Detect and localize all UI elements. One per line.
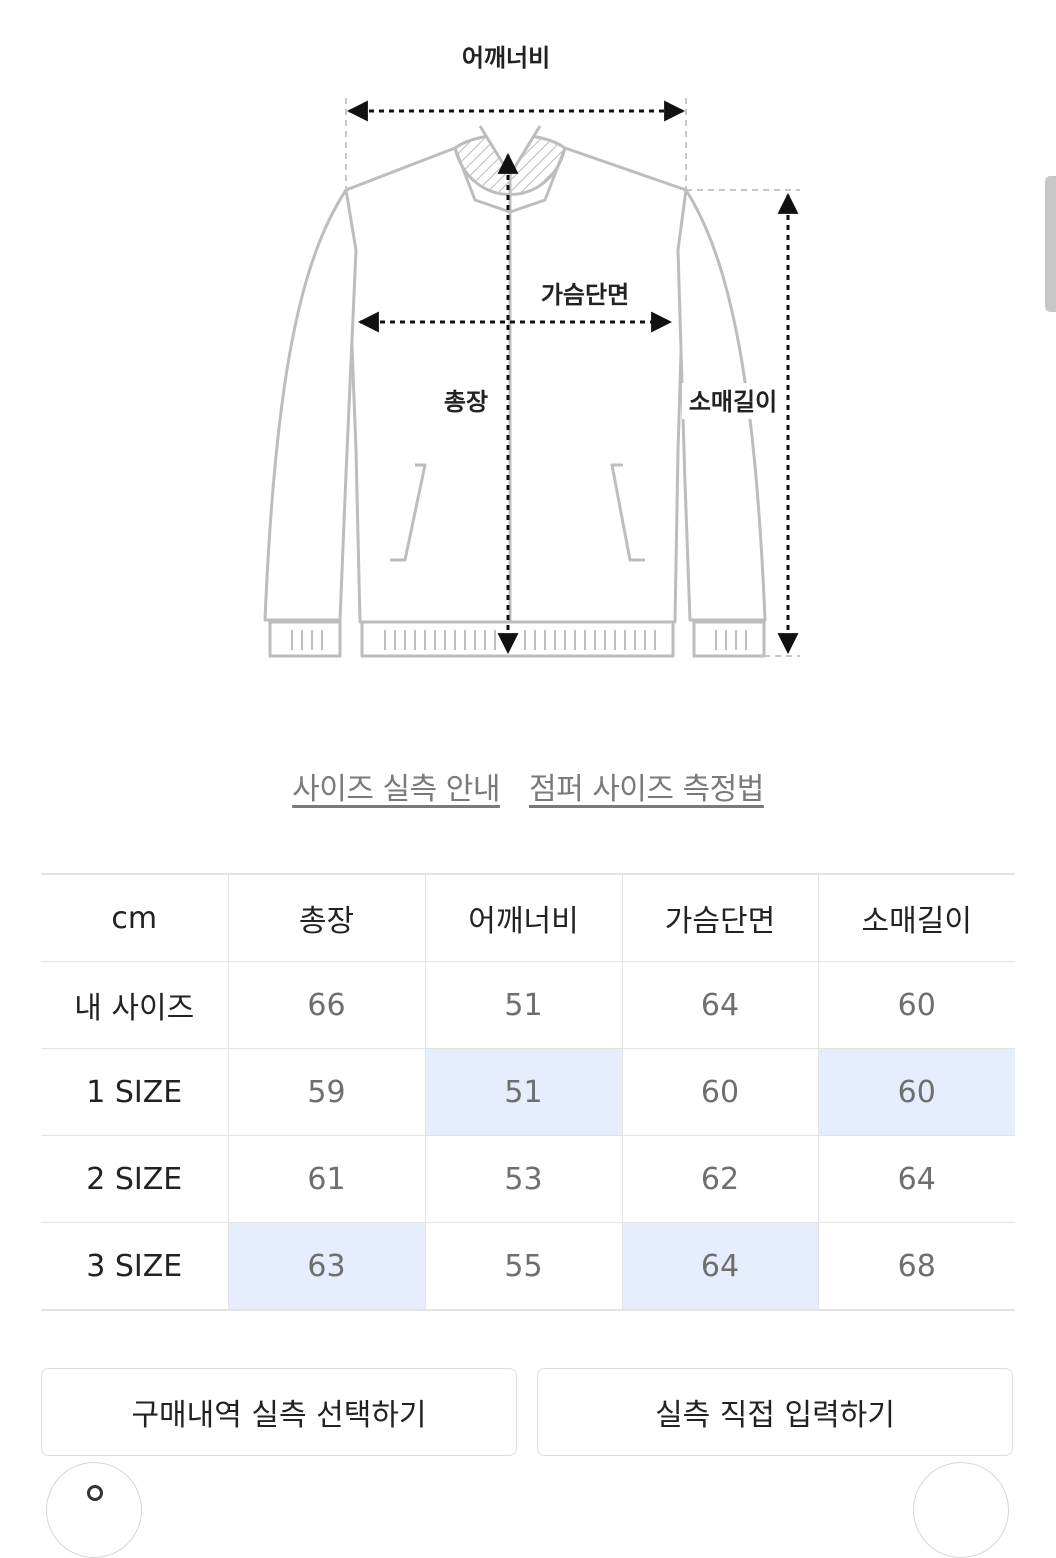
table-cell: 51 <box>424 961 622 1049</box>
table-header-row: cm 총장 어깨너비 가슴단면 소매길이 <box>41 873 1015 962</box>
unit-header: cm <box>41 873 228 962</box>
shoulder-label: 어깨너비 <box>462 44 550 72</box>
row-label: 내 사이즈 <box>41 961 228 1049</box>
guide-links: 사이즈 실측 안내 점퍼 사이즈 측정법 <box>0 764 1056 808</box>
person-icon <box>87 1485 103 1501</box>
table-cell: 64 <box>817 1135 1015 1223</box>
size-guide-link[interactable]: 사이즈 실측 안내 <box>292 772 500 807</box>
column-header: 어깨너비 <box>424 873 622 962</box>
column-header: 가슴단면 <box>621 873 818 962</box>
table-cell: 60 <box>621 1048 818 1136</box>
floating-right-button[interactable] <box>913 1462 1009 1558</box>
scrollbar-thumb[interactable] <box>1045 176 1056 312</box>
table-cell: 64 <box>621 1222 818 1311</box>
select-from-history-button[interactable]: 구매내역 실측 선택하기 <box>41 1368 517 1456</box>
table-cell: 60 <box>817 961 1015 1049</box>
table-row-my-size: 내 사이즈 66 51 64 60 <box>41 961 1015 1049</box>
floating-left-button[interactable] <box>46 1462 142 1558</box>
table-cell: 55 <box>424 1222 622 1311</box>
row-label: 2 SIZE <box>41 1135 228 1223</box>
row-label: 3 SIZE <box>41 1222 228 1311</box>
table-cell: 61 <box>227 1135 425 1223</box>
row-label: 1 SIZE <box>41 1048 228 1136</box>
length-label: 총장 <box>444 388 488 416</box>
table-row-size-2[interactable]: 2 SIZE 61 53 62 64 <box>41 1135 1015 1223</box>
measure-method-link[interactable]: 점퍼 사이즈 측정법 <box>529 772 764 807</box>
chest-label: 가슴단면 <box>541 281 629 309</box>
table-row-size-3[interactable]: 3 SIZE 63 55 64 68 <box>41 1222 1015 1311</box>
column-header: 총장 <box>227 873 425 962</box>
table-row-size-1[interactable]: 1 SIZE 59 51 60 60 <box>41 1048 1015 1136</box>
table-cell: 53 <box>424 1135 622 1223</box>
table-cell: 51 <box>424 1048 622 1136</box>
table-cell: 63 <box>227 1222 425 1311</box>
table-cell: 59 <box>227 1048 425 1136</box>
column-header: 소매길이 <box>817 873 1015 962</box>
table-cell: 68 <box>817 1222 1015 1311</box>
sleeve-label: 소매길이 <box>689 388 777 416</box>
direct-input-button[interactable]: 실측 직접 입력하기 <box>537 1368 1013 1456</box>
table-cell: 62 <box>621 1135 818 1223</box>
size-table: cm 총장 어깨너비 가슴단면 소매길이 내 사이즈 66 51 64 60 1… <box>41 873 1015 1311</box>
jacket-measurement-diagram: 어깨너비 가슴단면 총장 소매길이 <box>263 44 800 658</box>
table-cell: 60 <box>817 1048 1015 1136</box>
table-cell: 64 <box>621 961 818 1049</box>
table-cell: 66 <box>227 961 425 1049</box>
